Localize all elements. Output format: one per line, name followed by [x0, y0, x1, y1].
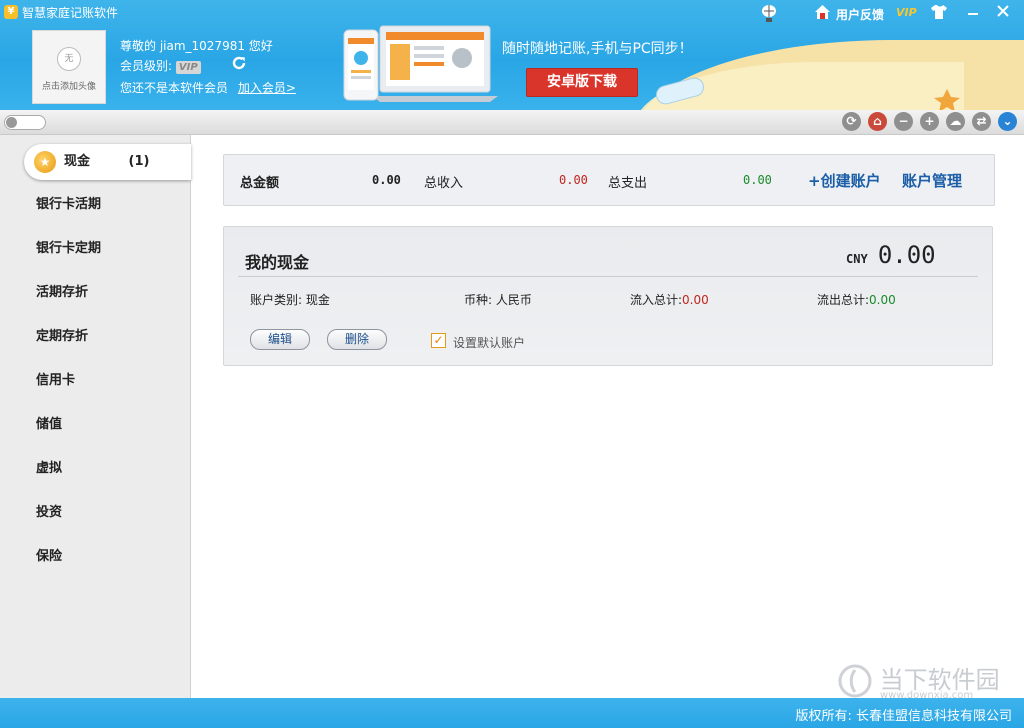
bottle-decoration	[650, 76, 720, 110]
sidebar-item-count: (1)	[128, 154, 150, 169]
sidebar-item-stored-value[interactable]: 储值	[0, 407, 190, 443]
toggle-knob	[6, 117, 17, 128]
summary-panel: 总金额 0.00 总收入 0.00 总支出 0.00 +创建账户 账户管理	[223, 154, 995, 206]
expense-value: 0.00	[743, 173, 772, 187]
sidebar-item-label: 现金	[64, 154, 91, 169]
chevron-down-icon[interactable]: ⌄	[998, 112, 1017, 131]
coin-icon: ★	[34, 151, 56, 173]
edit-button[interactable]: 编辑	[250, 329, 310, 350]
sidebar-item-demand-passbook[interactable]: 活期存折	[0, 275, 190, 311]
join-member-link[interactable]: 加入会员>	[238, 81, 296, 95]
refresh-icon[interactable]	[230, 54, 248, 76]
user-greeting: 尊敬的 jiam_1027981 您好	[120, 39, 273, 53]
total-value: 0.00	[372, 173, 401, 187]
tshirt-icon[interactable]	[930, 4, 948, 24]
balance-amount: 0.00	[877, 241, 936, 269]
inflow-total: 流入总计:0.00	[630, 291, 709, 308]
house-icon[interactable]: ⌂	[868, 112, 887, 131]
sidebar-item-cash[interactable]: ★ 现金 (1)	[24, 144, 191, 180]
footer: 版权所有: 长春佳盟信息科技有限公司	[0, 698, 1024, 728]
manage-account-link[interactable]: 账户管理	[902, 170, 962, 191]
account-type-label: 账户类别:	[250, 293, 303, 307]
inflow-value: 0.00	[682, 293, 709, 307]
card-divider	[238, 276, 978, 277]
copyright-text: 版权所有: 长春佳盟信息科技有限公司	[795, 709, 1012, 724]
sync-icon[interactable]: ⟳	[842, 112, 861, 131]
account-title: 我的现金	[245, 253, 310, 272]
minimize-icon[interactable]	[966, 4, 980, 22]
avatar[interactable]: 无 点击添加头像	[32, 30, 106, 104]
sidebar-toggle[interactable]	[4, 115, 46, 130]
sidebar-item-investment[interactable]: 投资	[0, 495, 190, 531]
add-icon[interactable]: +	[920, 112, 939, 131]
sidebar-item-bank-demand[interactable]: 银行卡活期	[0, 187, 190, 223]
avatar-hint: 点击添加头像	[41, 82, 96, 92]
android-download-button[interactable]: 安卓版下载	[526, 68, 638, 97]
toolbar: ⟳ ⌂ − + ☁ ⇄ ⌄	[0, 110, 1024, 135]
outflow-total: 流出总计:0.00	[817, 291, 896, 308]
membership-line: 您还不是本软件会员 加入会员>	[120, 79, 296, 96]
starfish-decoration	[930, 88, 964, 110]
promo-text: 随时随地记账,手机与PC同步！	[502, 41, 693, 57]
cloud-icon[interactable]: ☁	[946, 112, 965, 131]
close-icon[interactable]	[996, 4, 1010, 22]
inflow-label: 流入总计:	[630, 293, 683, 307]
currency-label: 币种:	[464, 293, 493, 307]
income-value: 0.00	[559, 173, 588, 187]
account-currency: 币种: 人民币	[464, 291, 532, 308]
sidebar-item-bank-fixed[interactable]: 银行卡定期	[0, 231, 190, 267]
default-account-label: 设置默认账户	[453, 336, 526, 350]
sidebar-item-credit-card[interactable]: 信用卡	[0, 363, 190, 399]
remove-icon[interactable]: −	[894, 112, 913, 131]
outflow-label: 流出总计:	[817, 293, 870, 307]
vip-icon[interactable]: VIP	[896, 6, 917, 19]
home-icon[interactable]	[814, 4, 831, 25]
sidebar: ★ 现金 (1) 银行卡活期 银行卡定期 活期存折 定期存折 信用卡 储值 虚拟…	[0, 135, 191, 698]
skin-balloon-icon[interactable]	[760, 4, 778, 28]
currency-value: 人民币	[495, 293, 532, 307]
outflow-value: 0.00	[869, 293, 896, 307]
member-level-label: 会员级别:	[120, 59, 173, 73]
device-illustration	[340, 20, 500, 110]
account-type-value: 现金	[305, 293, 330, 307]
account-card: 我的现金 CNY 0.00 账户类别: 现金 币种: 人民币 流入总计:0.00…	[223, 226, 993, 366]
top-banner: ¥ 智慧家庭记账软件 无 点击添加头像 尊敬的 jiam_1027981 您好 …	[0, 0, 1024, 110]
transfer-icon[interactable]: ⇄	[972, 112, 991, 131]
default-account-checkbox[interactable]: ✓	[431, 333, 446, 348]
window-title: 智慧家庭记账软件	[22, 6, 119, 20]
not-member-text: 您还不是本软件会员	[120, 81, 229, 95]
account-balance: CNY 0.00	[846, 241, 936, 269]
total-label: 总金额	[240, 176, 280, 191]
app-logo-icon: ¥	[4, 5, 18, 19]
expense-label: 总支出	[608, 176, 648, 191]
create-account-link[interactable]: +创建账户	[808, 170, 881, 191]
member-level: 会员级别: VIP	[120, 57, 201, 74]
sidebar-item-fixed-passbook[interactable]: 定期存折	[0, 319, 190, 355]
income-label: 总收入	[424, 176, 464, 191]
sidebar-item-insurance[interactable]: 保险	[0, 539, 190, 575]
sidebar-item-virtual[interactable]: 虚拟	[0, 451, 190, 487]
account-type: 账户类别: 现金	[250, 291, 330, 308]
user-feedback-link[interactable]: 用户反馈	[836, 6, 884, 23]
currency-code: CNY	[846, 252, 868, 266]
vip-level-badge: VIP	[175, 61, 201, 74]
avatar-placeholder: 无	[57, 47, 81, 71]
delete-button[interactable]: 删除	[327, 329, 387, 350]
